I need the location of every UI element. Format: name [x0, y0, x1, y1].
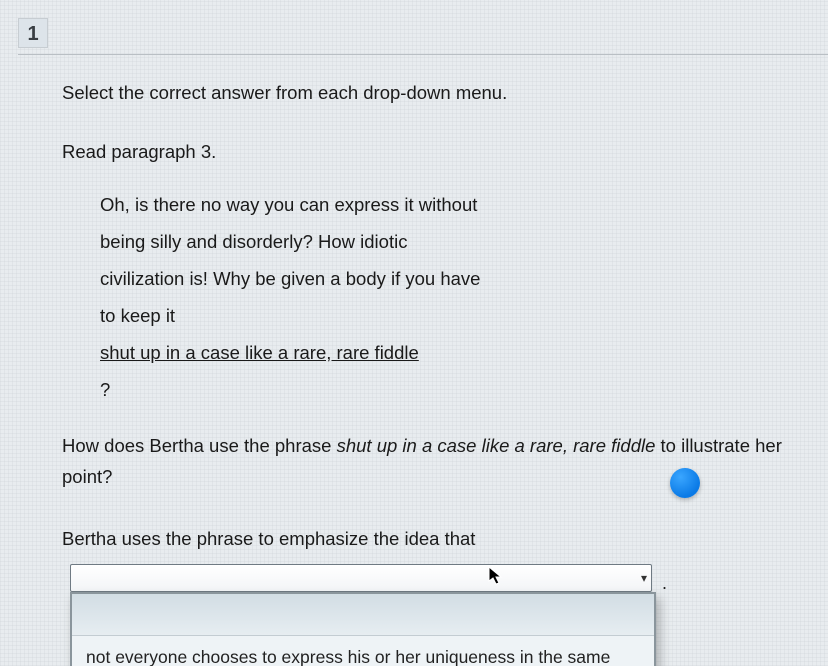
- dropdown-blank-option[interactable]: [72, 594, 654, 636]
- read-label: Read paragraph 3.: [62, 136, 828, 167]
- sentence-period: .: [662, 568, 667, 599]
- answer-dropdown[interactable]: ▾: [70, 564, 652, 592]
- instruction-text: Select the correct answer from each drop…: [62, 77, 828, 108]
- dropdown-panel: not everyone chooses to express his or h…: [70, 592, 656, 666]
- quote-line: being silly and disorderly? How idiotic: [100, 223, 828, 260]
- slider-handle-icon[interactable]: [670, 468, 700, 498]
- question-header: 1: [18, 18, 828, 55]
- dropdown-option[interactable]: not everyone chooses to express his or h…: [72, 636, 654, 666]
- dropdown-container: ▾ . not everyone chooses to express his …: [70, 564, 828, 592]
- question-prompt: How does Bertha use the phrase shut up i…: [62, 430, 828, 493]
- quote-line: to keep it shut up in a case like a rare…: [100, 297, 828, 408]
- chevron-down-icon: ▾: [641, 568, 647, 588]
- paragraph-quote: Oh, is there no way you can express it w…: [100, 186, 828, 408]
- italic-phrase: shut up in a case like a rare, rare fidd…: [337, 435, 656, 456]
- underlined-phrase: shut up in a case like a rare, rare fidd…: [100, 334, 828, 371]
- quote-line: Oh, is there no way you can express it w…: [100, 186, 828, 223]
- answer-stem: Bertha uses the phrase to emphasize the …: [62, 523, 828, 554]
- question-number: 1: [18, 18, 48, 48]
- question-content: Select the correct answer from each drop…: [14, 77, 828, 592]
- question-page: 1 Select the correct answer from each dr…: [0, 0, 828, 592]
- quote-line: civilization is! Why be given a body if …: [100, 260, 828, 297]
